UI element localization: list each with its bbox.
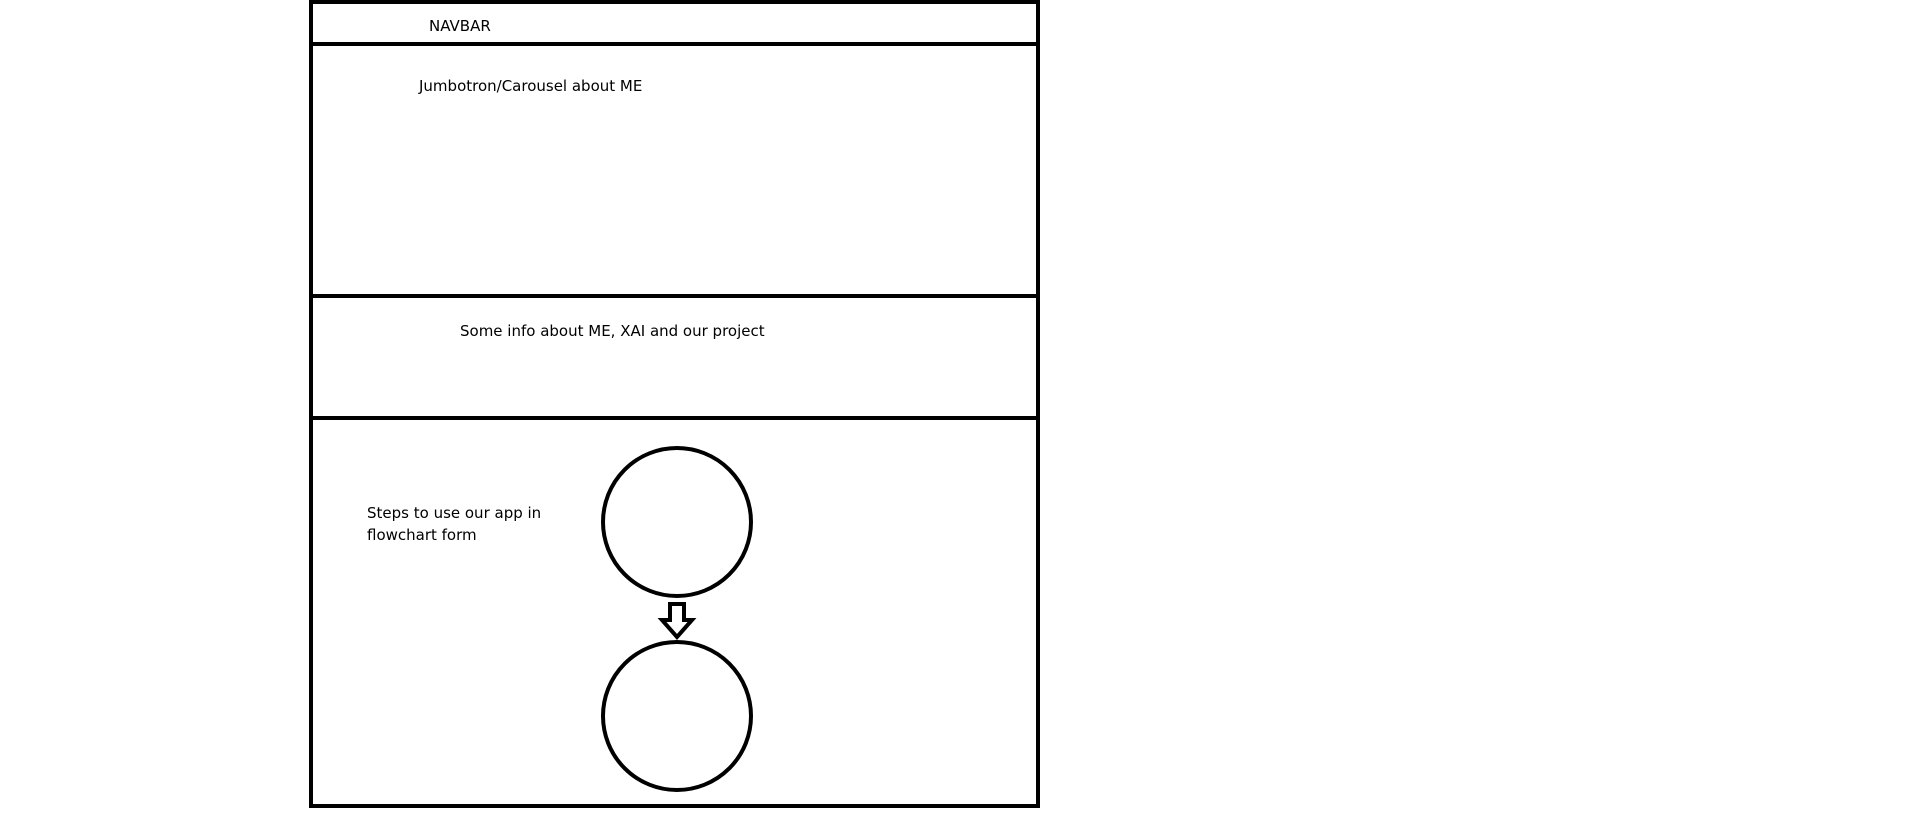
flowchart (601, 446, 753, 792)
wireframe-canvas (309, 0, 1040, 808)
info-section-label: Some info about ME, XAI and our project (460, 322, 765, 340)
flowchart-step-circle (601, 446, 753, 598)
steps-section-label: Steps to use our app in flowchart form (367, 504, 542, 544)
page-frame (309, 0, 1040, 808)
jumbotron-label: Jumbotron/Carousel about ME (419, 77, 643, 95)
flowchart-step-circle (601, 640, 753, 792)
navbar-label: NAVBAR (429, 17, 491, 35)
down-arrow-icon (657, 602, 697, 641)
